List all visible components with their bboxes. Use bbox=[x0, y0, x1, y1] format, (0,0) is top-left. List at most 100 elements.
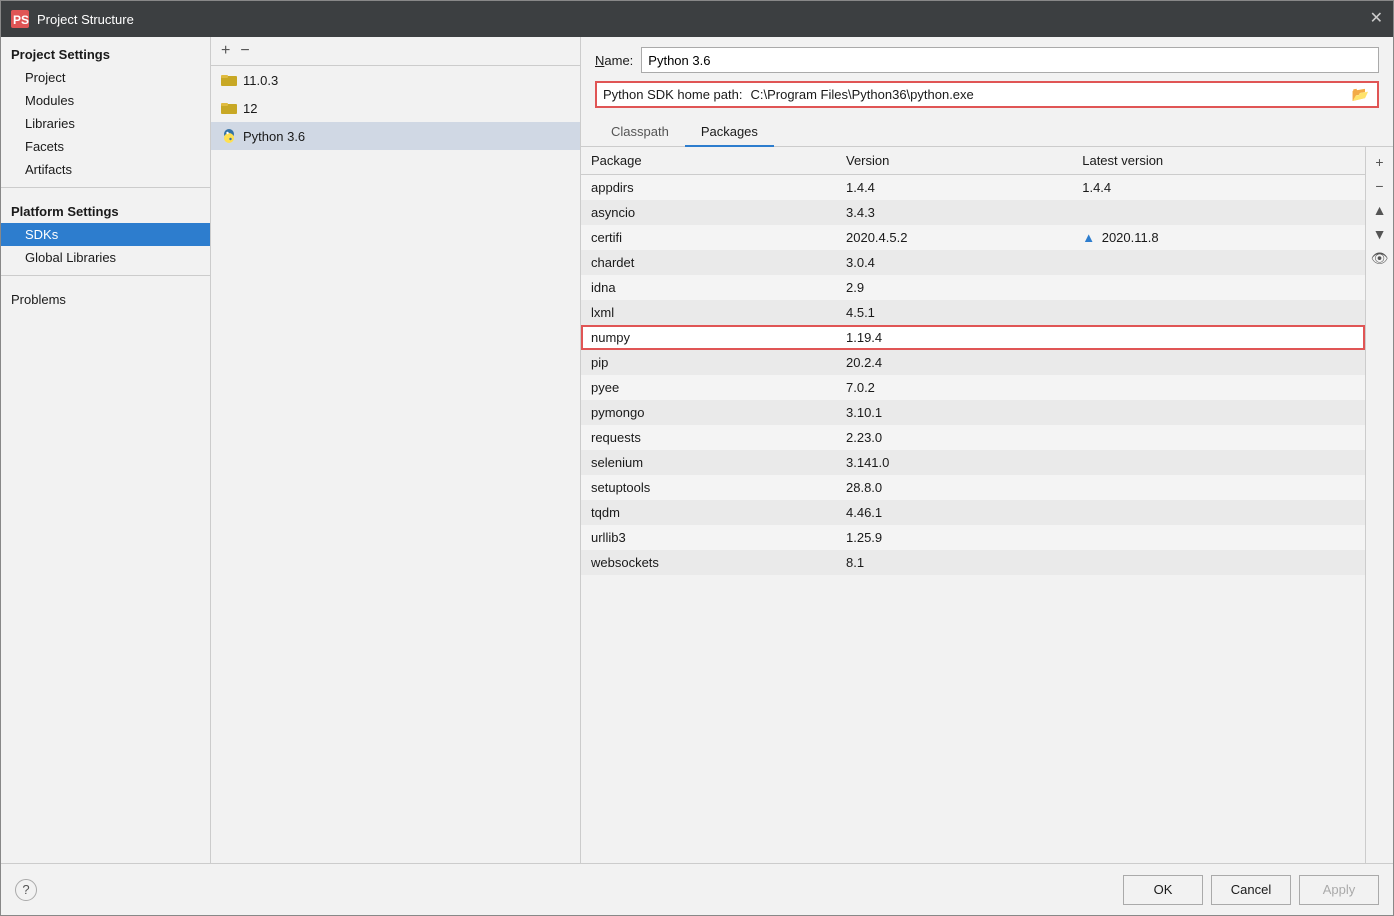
sidebar-item-sdks[interactable]: SDKs bbox=[1, 223, 210, 246]
name-label: Name: bbox=[595, 53, 633, 68]
table-row[interactable]: certifi2020.4.5.2▲ 2020.11.8 bbox=[581, 225, 1365, 250]
package-name: asyncio bbox=[581, 200, 836, 225]
package-latest bbox=[1072, 275, 1365, 300]
sidebar-item-facets[interactable]: Facets bbox=[1, 135, 210, 158]
cancel-button[interactable]: Cancel bbox=[1211, 875, 1291, 905]
bottom-right: OK Cancel Apply bbox=[1123, 875, 1379, 905]
view-button[interactable]: 👁 bbox=[1369, 247, 1391, 269]
sidebar-item-project[interactable]: Project bbox=[1, 66, 210, 89]
sdk-list-item-11[interactable]: 11.0.3 bbox=[211, 66, 580, 94]
tab-classpath[interactable]: Classpath bbox=[595, 118, 685, 147]
table-row[interactable]: appdirs1.4.41.4.4 bbox=[581, 175, 1365, 201]
sdk-path-label: Python SDK home path: bbox=[601, 87, 742, 102]
platform-settings-header: Platform Settings bbox=[1, 194, 210, 223]
up-button[interactable]: ▲ bbox=[1369, 199, 1391, 221]
package-version: 3.0.4 bbox=[836, 250, 1072, 275]
package-version: 3.4.3 bbox=[836, 200, 1072, 225]
apply-button[interactable]: Apply bbox=[1299, 875, 1379, 905]
bottom-bar: ? OK Cancel Apply bbox=[1, 863, 1393, 915]
table-row[interactable]: pip20.2.4 bbox=[581, 350, 1365, 375]
middle-section: + − 11.0.3 bbox=[211, 37, 1393, 863]
package-name: tqdm bbox=[581, 500, 836, 525]
title-bar: PS Project Structure ✕ bbox=[1, 1, 1393, 37]
add-package-button[interactable]: + bbox=[1369, 151, 1391, 173]
package-name: lxml bbox=[581, 300, 836, 325]
close-button[interactable]: ✕ bbox=[1370, 11, 1383, 27]
table-side-buttons: + − ▲ ▼ 👁 bbox=[1365, 147, 1393, 863]
sdk-list-toolbar: + − bbox=[211, 37, 580, 66]
table-row[interactable]: selenium3.141.0 bbox=[581, 450, 1365, 475]
package-table-container: Package Version Latest version appdirs1.… bbox=[581, 147, 1393, 863]
name-row: Name: bbox=[581, 37, 1393, 81]
table-row[interactable]: pyee7.0.2 bbox=[581, 375, 1365, 400]
package-latest bbox=[1072, 350, 1365, 375]
package-name: certifi bbox=[581, 225, 836, 250]
package-latest bbox=[1072, 300, 1365, 325]
table-row[interactable]: urllib31.25.9 bbox=[581, 525, 1365, 550]
python-icon bbox=[221, 128, 237, 144]
dialog: PS Project Structure ✕ Project Settings … bbox=[0, 0, 1394, 916]
table-row[interactable]: numpy1.19.4 bbox=[581, 325, 1365, 350]
package-name: pip bbox=[581, 350, 836, 375]
table-row[interactable]: websockets8.1 bbox=[581, 550, 1365, 575]
package-name: idna bbox=[581, 275, 836, 300]
package-name: setuptools bbox=[581, 475, 836, 500]
table-row[interactable]: setuptools28.8.0 bbox=[581, 475, 1365, 500]
package-latest bbox=[1072, 375, 1365, 400]
table-row[interactable]: pymongo3.10.1 bbox=[581, 400, 1365, 425]
sidebar-item-modules[interactable]: Modules bbox=[1, 89, 210, 112]
remove-package-button[interactable]: − bbox=[1369, 175, 1391, 197]
sdk-list-item-python36[interactable]: Python 3.6 bbox=[211, 122, 580, 150]
table-row[interactable]: idna2.9 bbox=[581, 275, 1365, 300]
col-package: Package bbox=[581, 147, 836, 175]
sidebar-item-artifacts[interactable]: Artifacts bbox=[1, 158, 210, 181]
package-name: selenium bbox=[581, 450, 836, 475]
sidebar-item-problems[interactable]: Problems bbox=[1, 282, 210, 311]
tabs-bar: Classpath Packages bbox=[581, 118, 1393, 147]
package-latest bbox=[1072, 525, 1365, 550]
sidebar: Project Settings Project Modules Librari… bbox=[1, 37, 211, 863]
package-tbody: appdirs1.4.41.4.4asyncio3.4.3certifi2020… bbox=[581, 175, 1365, 576]
sdk-list-area: + − 11.0.3 bbox=[211, 37, 581, 863]
tab-packages[interactable]: Packages bbox=[685, 118, 774, 147]
package-version: 3.10.1 bbox=[836, 400, 1072, 425]
sidebar-item-global-libraries[interactable]: Global Libraries bbox=[1, 246, 210, 269]
package-version: 2020.4.5.2 bbox=[836, 225, 1072, 250]
package-version: 7.0.2 bbox=[836, 375, 1072, 400]
package-version: 3.141.0 bbox=[836, 450, 1072, 475]
table-row[interactable]: tqdm4.46.1 bbox=[581, 500, 1365, 525]
sdk-path-row: Python SDK home path: C:\Program Files\P… bbox=[595, 81, 1379, 108]
remove-sdk-button[interactable]: − bbox=[238, 43, 251, 59]
ok-button[interactable]: OK bbox=[1123, 875, 1203, 905]
package-version: 4.5.1 bbox=[836, 300, 1072, 325]
package-table: Package Version Latest version appdirs1.… bbox=[581, 147, 1365, 575]
package-version: 28.8.0 bbox=[836, 475, 1072, 500]
table-row[interactable]: asyncio3.4.3 bbox=[581, 200, 1365, 225]
sdk-list-label-12: 12 bbox=[243, 101, 257, 116]
svg-text:PS: PS bbox=[13, 13, 29, 27]
sdk-list-item-12[interactable]: 12 bbox=[211, 94, 580, 122]
package-latest bbox=[1072, 550, 1365, 575]
package-latest bbox=[1072, 450, 1365, 475]
app-icon: PS bbox=[11, 10, 29, 28]
name-input[interactable] bbox=[641, 47, 1379, 73]
package-name: requests bbox=[581, 425, 836, 450]
sdk-list-label-11: 11.0.3 bbox=[243, 73, 278, 88]
browse-button[interactable]: 📂 bbox=[1348, 86, 1373, 103]
add-sdk-button[interactable]: + bbox=[219, 43, 232, 59]
package-latest: ▲ 2020.11.8 bbox=[1072, 225, 1365, 250]
sdk-path-value: C:\Program Files\Python36\python.exe bbox=[746, 87, 1343, 102]
details-area: Name: Python SDK home path: C:\Program F… bbox=[581, 37, 1393, 863]
package-latest bbox=[1072, 325, 1365, 350]
sidebar-item-libraries[interactable]: Libraries bbox=[1, 112, 210, 135]
down-button[interactable]: ▼ bbox=[1369, 223, 1391, 245]
package-latest: 1.4.4 bbox=[1072, 175, 1365, 201]
package-table-wrapper[interactable]: Package Version Latest version appdirs1.… bbox=[581, 147, 1365, 863]
help-button[interactable]: ? bbox=[15, 879, 37, 901]
sidebar-divider bbox=[1, 187, 210, 188]
table-row[interactable]: lxml4.5.1 bbox=[581, 300, 1365, 325]
package-name: urllib3 bbox=[581, 525, 836, 550]
folder-icon bbox=[221, 72, 237, 88]
table-row[interactable]: requests2.23.0 bbox=[581, 425, 1365, 450]
table-row[interactable]: chardet3.0.4 bbox=[581, 250, 1365, 275]
